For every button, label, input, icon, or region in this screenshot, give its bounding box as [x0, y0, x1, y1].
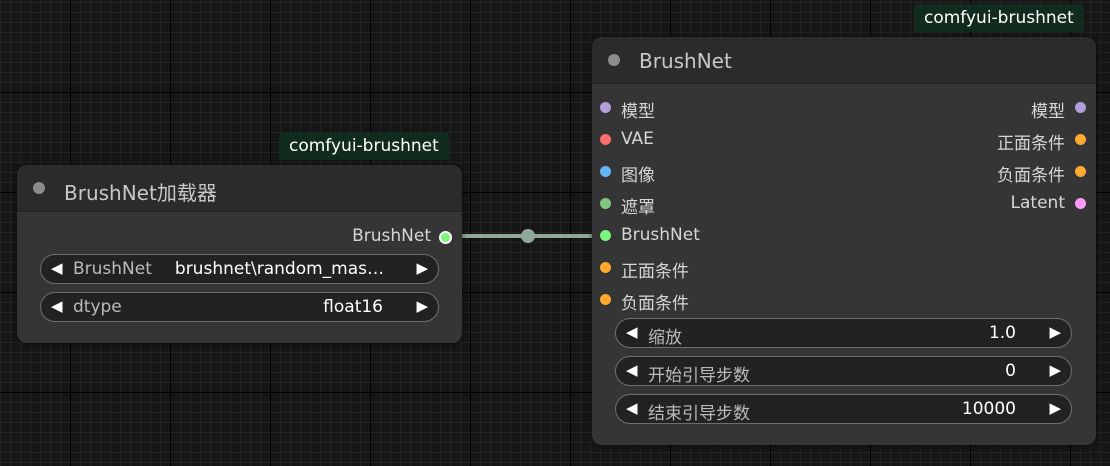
link-midpoint-handle: [521, 229, 535, 243]
decrement-arrow-icon[interactable]: ◀: [51, 297, 63, 315]
input-slot-positive[interactable]: 正面条件: [600, 257, 800, 282]
input-label: BrushNet: [621, 225, 700, 245]
decrement-arrow-icon[interactable]: ◀: [51, 259, 63, 277]
output-slot-positive[interactable]: 正面条件: [886, 129, 1086, 154]
output-label: Latent: [1010, 193, 1065, 213]
output-slot-negative[interactable]: 负面条件: [886, 161, 1086, 186]
loader-output-brushnet[interactable]: BrushNet: [252, 226, 452, 248]
input-label: VAE: [621, 129, 654, 149]
widget-label: 开始引导步数: [648, 366, 750, 386]
increment-arrow-icon[interactable]: ▶: [1049, 399, 1061, 417]
brushnet-node-title: BrushNet: [639, 49, 732, 73]
end-at-number-widget[interactable]: ◀ 结束引导步数 10000 ▶: [615, 394, 1072, 424]
start-at-number-widget[interactable]: ◀ 开始引导步数 0 ▶: [615, 356, 1072, 386]
brushnet-model-combo[interactable]: ◀ BrushNet brushnet\random_mas… ▶: [40, 254, 439, 284]
brushnet-node[interactable]: BrushNet 模型 VAE 图像 遮罩 BrushNet 正面条件 负面条件…: [592, 37, 1096, 445]
widget-value: 1.0: [988, 323, 1016, 343]
input-slot-mask[interactable]: 遮罩: [600, 193, 800, 218]
loader-node-header[interactable]: BrushNet加载器: [17, 165, 462, 212]
brushnet-loader-node[interactable]: BrushNet加载器 BrushNet ◀ BrushNet brushnet…: [17, 165, 462, 343]
brushnet-output-socket-icon[interactable]: [439, 231, 452, 244]
output-label: 负面条件: [997, 166, 1065, 186]
input-slot-negative[interactable]: 负面条件: [600, 289, 800, 314]
vae-input-socket-icon[interactable]: [600, 134, 611, 145]
input-slot-model[interactable]: 模型: [600, 97, 800, 122]
collapse-dot-icon[interactable]: [608, 54, 620, 66]
brushnet-node-header[interactable]: BrushNet: [592, 37, 1096, 84]
output-label: 正面条件: [997, 134, 1065, 154]
input-label: 模型: [621, 102, 655, 122]
negative-output-socket-icon[interactable]: [1075, 166, 1086, 177]
widget-value: brushnet\random_mas…: [174, 259, 384, 279]
decrement-arrow-icon[interactable]: ◀: [626, 399, 638, 417]
widget-value: 10000: [961, 399, 1016, 419]
output-slot-model[interactable]: 模型: [886, 97, 1086, 122]
latent-output-socket-icon[interactable]: [1075, 198, 1086, 209]
input-label: 正面条件: [621, 262, 689, 282]
widget-value: 0: [1005, 361, 1016, 381]
output-slot-latent[interactable]: Latent: [886, 193, 1086, 215]
model-output-socket-icon[interactable]: [1075, 102, 1086, 113]
input-label: 图像: [621, 166, 655, 186]
loader-node-title: BrushNet加载器: [64, 181, 217, 205]
increment-arrow-icon[interactable]: ▶: [1049, 361, 1061, 379]
widget-label: dtype: [73, 297, 122, 317]
widget-label: BrushNet: [73, 259, 152, 279]
loader-node-badge: comfyui-brushnet: [279, 132, 449, 160]
input-slot-vae[interactable]: VAE: [600, 129, 800, 151]
increment-arrow-icon[interactable]: ▶: [1049, 323, 1061, 341]
widget-label: 结束引导步数: [648, 404, 750, 424]
output-label: 模型: [1031, 102, 1065, 122]
input-label: 遮罩: [621, 198, 655, 218]
widget-value: float16: [323, 297, 383, 317]
positive-input-socket-icon[interactable]: [600, 262, 611, 273]
image-input-socket-icon[interactable]: [600, 166, 611, 177]
dtype-combo[interactable]: ◀ dtype float16 ▶: [40, 292, 439, 322]
input-label: 负面条件: [621, 294, 689, 314]
mask-input-socket-icon[interactable]: [600, 198, 611, 209]
input-slot-brushnet[interactable]: BrushNet: [600, 225, 800, 247]
brushnet-node-badge: comfyui-brushnet: [914, 4, 1084, 32]
collapse-dot-icon[interactable]: [33, 182, 45, 194]
increment-arrow-icon[interactable]: ▶: [416, 297, 428, 315]
model-input-socket-icon[interactable]: [600, 102, 611, 113]
output-label: BrushNet: [352, 226, 431, 246]
positive-output-socket-icon[interactable]: [1075, 134, 1086, 145]
input-slot-image[interactable]: 图像: [600, 161, 800, 186]
widget-label: 缩放: [648, 328, 682, 348]
increment-arrow-icon[interactable]: ▶: [416, 259, 428, 277]
decrement-arrow-icon[interactable]: ◀: [626, 323, 638, 341]
decrement-arrow-icon[interactable]: ◀: [626, 361, 638, 379]
brushnet-input-socket-icon[interactable]: [600, 230, 611, 241]
negative-input-socket-icon[interactable]: [600, 294, 611, 305]
scale-number-widget[interactable]: ◀ 缩放 1.0 ▶: [615, 318, 1072, 348]
